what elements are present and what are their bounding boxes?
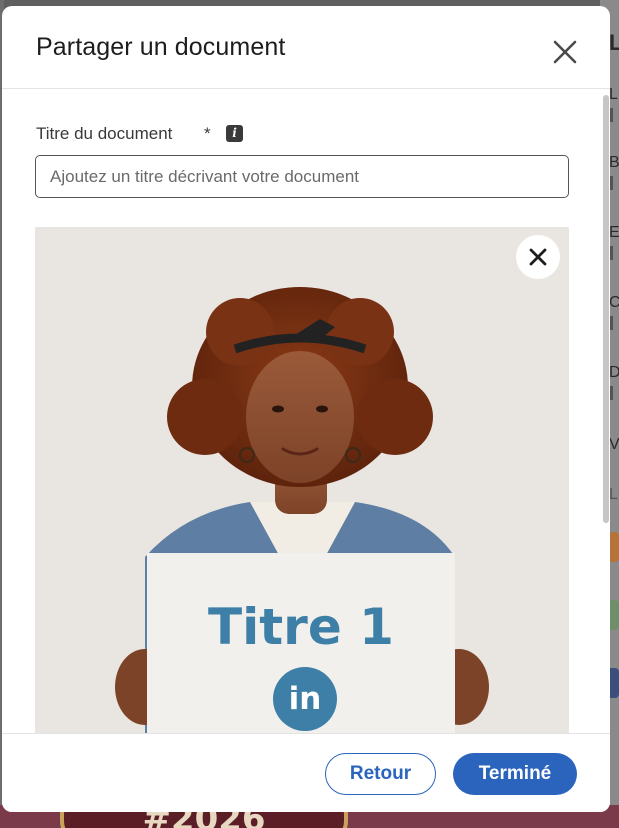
background-bar: [610, 246, 613, 260]
background-letter: B: [609, 154, 619, 171]
scrollbar-thumb[interactable]: [603, 95, 609, 523]
document-preview: Titre 1 in: [35, 227, 569, 733]
background-bar: [610, 176, 613, 190]
background-letter: C: [609, 294, 619, 311]
sign-title: Titre 1: [208, 598, 394, 656]
dialog-title: Partager un document: [36, 33, 286, 61]
document-title-label: Titre du document: [36, 124, 173, 143]
linkedin-logo: in: [273, 667, 337, 731]
background-bar: [610, 386, 613, 400]
done-button[interactable]: Terminé: [453, 753, 577, 795]
background-letter: L: [609, 86, 618, 103]
preview-sign: Titre 1 in: [147, 553, 455, 733]
dialog-header: Partager un document: [2, 6, 610, 89]
background-letter: L: [609, 30, 619, 55]
back-button[interactable]: Retour: [325, 753, 436, 795]
background-bar: [610, 108, 613, 122]
background-letter: L: [609, 486, 618, 503]
background-bar: [610, 316, 613, 330]
close-icon: [553, 40, 577, 64]
background-letter: V: [609, 436, 619, 453]
info-icon[interactable]: i: [226, 125, 243, 142]
document-title-input[interactable]: [35, 155, 569, 198]
background-letter: E: [609, 224, 619, 241]
background-letter: D: [609, 364, 619, 381]
dialog-footer: Retour Terminé: [2, 733, 610, 812]
share-document-dialog: Partager un document Titre du document *…: [2, 6, 610, 812]
remove-document-button[interactable]: [516, 235, 560, 279]
close-icon: [529, 248, 547, 266]
dialog-body: Titre du document * i Ajoutez un titre d…: [2, 89, 610, 733]
close-button[interactable]: [548, 35, 582, 69]
required-marker: *: [204, 124, 211, 143]
